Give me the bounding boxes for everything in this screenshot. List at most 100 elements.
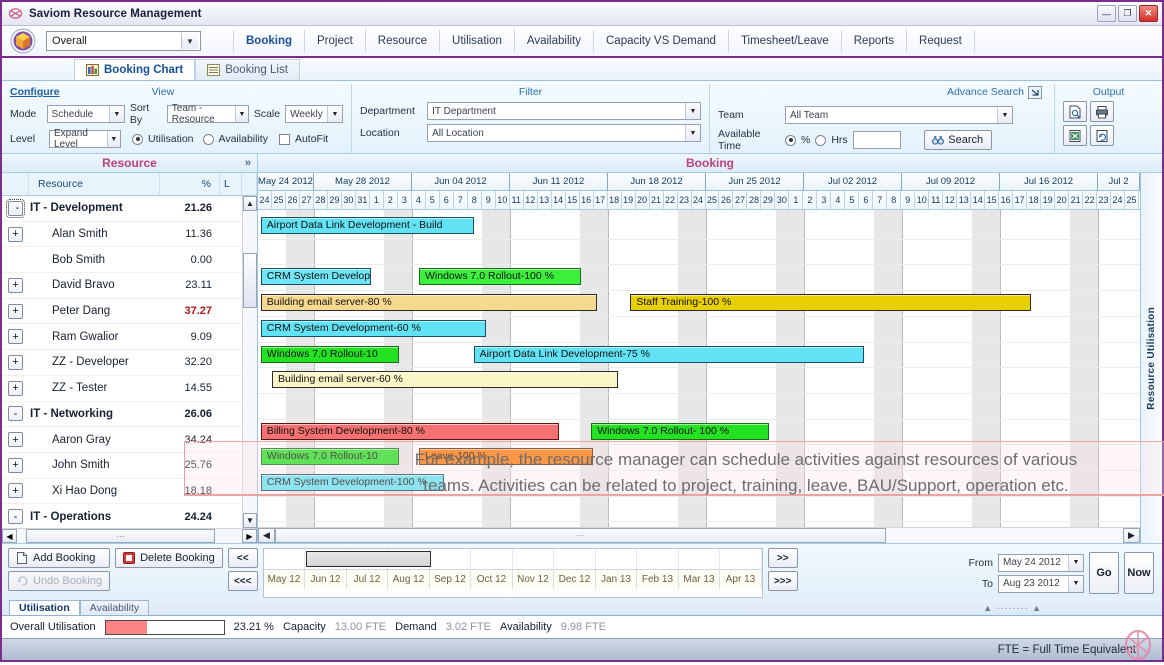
- gantt-bar[interactable]: Building email server-80 %: [260, 294, 597, 312]
- row-expander[interactable]: +: [2, 329, 29, 345]
- resource-horizontal-scrollbar[interactable]: ◀ ⋯ ▶: [2, 528, 257, 543]
- chevron-down-icon[interactable]: ▼: [235, 106, 248, 122]
- hours-input[interactable]: [852, 131, 901, 149]
- expand-right-icon[interactable]: »: [245, 157, 251, 169]
- gantt-bar[interactable]: Billing System Development-80 %: [260, 422, 559, 440]
- row-expander[interactable]: +: [2, 303, 29, 319]
- row-expander[interactable]: +: [2, 226, 29, 242]
- timeline-month-cell[interactable]: Jul 12: [346, 570, 389, 589]
- col-percent[interactable]: %: [160, 173, 220, 195]
- chevron-down-icon[interactable]: ▼: [327, 106, 343, 122]
- chevron-down-icon[interactable]: ▼: [181, 33, 198, 49]
- scroll-left-icon[interactable]: ◀: [2, 529, 17, 543]
- resource-utilisation-strip[interactable]: Resource Utilisation: [1140, 173, 1162, 543]
- department-select[interactable]: IT Department ▼: [427, 102, 701, 120]
- gantt-bar[interactable]: Windows 7.0 Rollout-10: [260, 448, 400, 466]
- tab-booking-chart[interactable]: Booking Chart: [74, 59, 196, 80]
- print-icon[interactable]: [1090, 101, 1114, 122]
- table-row[interactable]: + John Smith 25.76: [2, 453, 242, 479]
- chevron-down-icon[interactable]: ▼: [108, 106, 124, 122]
- table-row[interactable]: + ZZ - Developer 32.20: [2, 350, 242, 376]
- timeline-scrubber[interactable]: May 12 Jun 12 Jul 12 Aug 12 Sep 12 Oct 12 Nov …: [262, 548, 763, 598]
- menu-item-project[interactable]: Project: [305, 30, 366, 52]
- menu-item-reports[interactable]: Reports: [842, 30, 908, 52]
- row-expander[interactable]: +: [2, 483, 29, 499]
- gantt-bar[interactable]: CRM System Development-: [260, 268, 372, 286]
- timeline-month-cell[interactable]: Mar 13: [678, 570, 721, 589]
- close-button[interactable]: ✕: [1139, 5, 1158, 22]
- table-row[interactable]: - IT - Networking 26.06: [2, 402, 242, 428]
- col-l[interactable]: L: [220, 173, 242, 195]
- add-booking-button[interactable]: Add Booking: [8, 548, 111, 568]
- gantt-horizontal-scrollbar[interactable]: ◀ ⋯ ▶: [258, 527, 1140, 543]
- table-row[interactable]: - IT - Operations 24.24: [2, 504, 242, 528]
- expander-icon[interactable]: -: [6, 198, 25, 218]
- timeline-month-cell[interactable]: Nov 12: [512, 570, 555, 589]
- tab-booking-list[interactable]: Booking List: [195, 59, 300, 80]
- radio-utilisation[interactable]: [132, 133, 143, 145]
- location-select[interactable]: All Location ▼: [427, 124, 701, 142]
- gantt-bar[interactable]: Leave-100 %: [418, 448, 593, 466]
- gantt-bar[interactable]: Building email server-60 %: [271, 371, 618, 389]
- now-button[interactable]: Now: [1124, 552, 1154, 594]
- expander-icon[interactable]: +: [8, 354, 23, 370]
- table-row[interactable]: Bob Smith 0.00: [2, 247, 242, 274]
- chevron-down-icon[interactable]: ▼: [685, 103, 700, 119]
- to-date-select[interactable]: Aug 23 2012 ▼: [998, 574, 1084, 593]
- expander-icon[interactable]: +: [8, 432, 23, 448]
- table-row[interactable]: - IT - Development 21.26: [2, 196, 242, 222]
- timeline-month-cell[interactable]: Jan 13: [595, 570, 638, 589]
- scroll-right-icon[interactable]: ▶: [1123, 528, 1140, 543]
- table-row[interactable]: + Alan Smith 11.36: [2, 222, 242, 248]
- minimize-button[interactable]: —: [1097, 5, 1116, 22]
- row-expander[interactable]: +: [2, 380, 29, 396]
- chevron-down-icon[interactable]: ▼: [106, 131, 120, 147]
- timeline-month-cell[interactable]: Dec 12: [554, 570, 596, 589]
- sortby-select[interactable]: Team - Resource ▼: [166, 103, 249, 125]
- level-select[interactable]: Expand Level ▼: [49, 128, 121, 150]
- gantt-bar[interactable]: Airport Data Link Development - Build: [260, 217, 474, 234]
- menu-item-utilisation[interactable]: Utilisation: [440, 30, 515, 52]
- configure-title[interactable]: Configure: [10, 86, 60, 98]
- radio-availability[interactable]: [202, 133, 214, 145]
- expander-icon[interactable]: -: [8, 509, 23, 525]
- expander-icon[interactable]: -: [8, 406, 23, 422]
- row-expander[interactable]: +: [2, 354, 29, 370]
- row-expander[interactable]: -: [2, 509, 29, 525]
- timeline-prev-fast-button[interactable]: <<<: [227, 571, 258, 591]
- team-select[interactable]: All Team ▼: [785, 106, 1013, 124]
- excel-icon[interactable]: [1063, 125, 1087, 146]
- timeline-selection-handle[interactable]: [305, 551, 431, 567]
- expander-icon[interactable]: +: [8, 226, 23, 242]
- scroll-track[interactable]: ⋯: [275, 528, 1123, 543]
- radio-hours[interactable]: [815, 134, 827, 146]
- menu-item-resource[interactable]: Resource: [366, 30, 441, 52]
- scroll-thumb[interactable]: [243, 253, 257, 308]
- radio-percent[interactable]: [785, 134, 796, 146]
- chevron-down-icon[interactable]: ▼: [1068, 554, 1083, 571]
- timeline-track[interactable]: [263, 549, 762, 569]
- menu-item-availability[interactable]: Availability: [515, 30, 594, 52]
- chevron-down-icon[interactable]: ▼: [1068, 575, 1083, 592]
- row-expander[interactable]: -: [2, 198, 29, 218]
- expander-icon[interactable]: +: [8, 329, 23, 345]
- resize-grip-icon[interactable]: ▲ ········ ▲: [983, 603, 1042, 613]
- advance-search-icon[interactable]: [1028, 86, 1042, 102]
- table-row[interactable]: + Xi Hao Dong 18.18: [2, 479, 242, 505]
- table-row[interactable]: + Aaron Gray 34.24: [2, 427, 242, 453]
- menu-item-timesheet-leave[interactable]: Timesheet/Leave: [729, 30, 842, 52]
- gantt-bar[interactable]: Windows 7.0 Rollout- 100 %: [591, 422, 769, 440]
- scroll-up-icon[interactable]: ▲: [243, 196, 257, 211]
- timeline-prev-button[interactable]: <<: [227, 548, 258, 568]
- timeline-month-cell[interactable]: Jun 12: [305, 570, 347, 589]
- go-button[interactable]: Go: [1089, 552, 1119, 594]
- mode-select[interactable]: Schedule ▼: [46, 105, 125, 123]
- timeline-month-cell[interactable]: May 12: [263, 570, 306, 589]
- menu-item-booking[interactable]: Booking: [233, 30, 305, 52]
- gantt-bar[interactable]: Airport Data Link Development-75 %: [473, 345, 865, 363]
- table-row[interactable]: + David Bravo 23.11: [2, 273, 242, 299]
- search-button[interactable]: Search: [923, 130, 992, 150]
- timeline-month-cell[interactable]: Apr 13: [720, 570, 762, 589]
- expander-icon[interactable]: +: [8, 277, 23, 293]
- expander-icon[interactable]: +: [8, 483, 23, 499]
